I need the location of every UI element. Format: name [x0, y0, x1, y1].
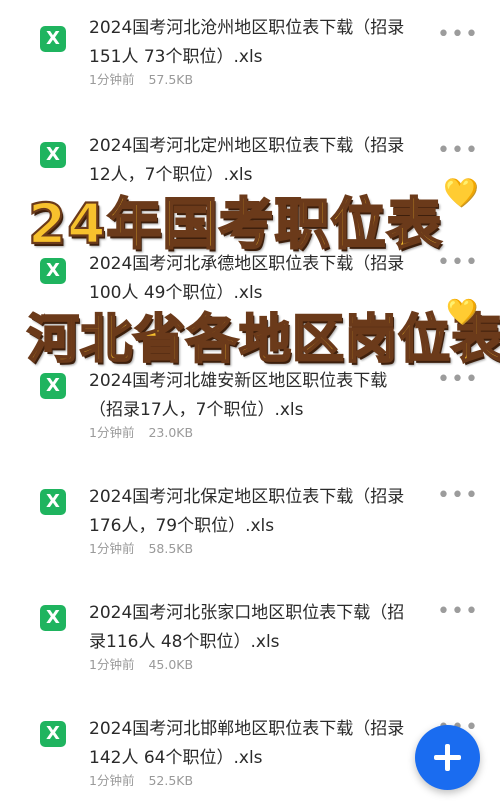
overlay-caption-subtitle: 河北省各地区岗位表 [26, 309, 500, 371]
file-meta: 1分钟前 52.5KB [89, 773, 193, 789]
file-name: 2024国考河北沧州地区职位表下载（招录 151人 73个职位）.xls [89, 14, 424, 72]
file-name-line: 151人 73个职位）.xls [89, 47, 263, 67]
file-meta: 1分钟前 58.5KB [89, 541, 193, 557]
file-time: 1分钟前 [89, 425, 135, 440]
file-name: 2024国考河北张家口地区职位表下载（招 录116人 48个职位）.xls [89, 599, 424, 657]
file-name-line: 142人 64个职位）.xls [89, 748, 263, 768]
file-name-line: （招录17人，7个职位）.xls [89, 400, 304, 420]
excel-file-icon: X [40, 489, 66, 515]
overlay-caption-title: 24年国考职位表 [27, 191, 443, 257]
file-name-line: 2024国考河北张家口地区职位表下载（招 [89, 603, 405, 623]
more-options-icon[interactable]: ••• [437, 140, 478, 162]
file-size: 58.5KB [148, 541, 194, 556]
list-item[interactable]: X 2024国考河北沧州地区职位表下载（招录 151人 73个职位）.xls 1… [0, 0, 500, 100]
file-name-line: 2024国考河北邯郸地区职位表下载（招录 [89, 719, 405, 739]
file-list: X 2024国考河北沧州地区职位表下载（招录 151人 73个职位）.xls 1… [0, 0, 500, 804]
file-time: 1分钟前 [89, 657, 135, 672]
more-options-icon[interactable]: ••• [437, 369, 478, 391]
excel-file-icon: X [40, 605, 66, 631]
file-meta: 1分钟前 57.5KB [89, 72, 193, 88]
excel-file-icon: X [40, 721, 66, 747]
list-item[interactable]: X 2024国考河北张家口地区职位表下载（招 录116人 48个职位）.xls … [0, 585, 500, 685]
file-time: 1分钟前 [89, 72, 135, 87]
file-size: 52.5KB [148, 773, 194, 788]
file-size: 45.0KB [148, 657, 194, 672]
file-name: 2024国考河北邯郸地区职位表下载（招录 142人 64个职位）.xls [89, 715, 424, 773]
more-options-icon[interactable]: ••• [437, 601, 478, 623]
file-size: 23.0KB [148, 425, 194, 440]
add-button[interactable] [415, 725, 480, 790]
excel-file-icon: X [40, 258, 66, 284]
file-meta: 1分钟前 45.0KB [89, 657, 193, 673]
file-time: 1分钟前 [89, 541, 135, 556]
file-name-line: 2024国考河北定州地区职位表下载（招录 [89, 136, 405, 156]
excel-file-icon: X [40, 26, 66, 52]
file-meta: 1分钟前 23.0KB [89, 425, 193, 441]
file-name: 2024国考河北保定地区职位表下载（招录 176人，79个职位）.xls [89, 483, 424, 541]
file-name-line: 2024国考河北沧州地区职位表下载（招录 [89, 18, 405, 38]
heart-icon: 💛 [443, 176, 478, 209]
list-item[interactable]: X 2024国考河北保定地区职位表下载（招录 176人，79个职位）.xls 1… [0, 469, 500, 569]
file-name-line: 2024国考河北保定地区职位表下载（招录 [89, 487, 405, 507]
file-name: 2024国考河北雄安新区地区职位表下载 （招录17人，7个职位）.xls [89, 367, 424, 425]
plus-icon [415, 725, 480, 790]
excel-file-icon: X [40, 373, 66, 399]
file-time: 1分钟前 [89, 773, 135, 788]
file-name-line: 录116人 48个职位）.xls [89, 632, 280, 652]
more-options-icon[interactable]: ••• [437, 485, 478, 507]
file-name-line: 176人，79个职位）.xls [89, 516, 275, 536]
file-size: 57.5KB [148, 72, 194, 87]
heart-icon: 💛 [446, 297, 478, 326]
more-options-icon[interactable]: ••• [437, 24, 478, 46]
excel-file-icon: X [40, 142, 66, 168]
